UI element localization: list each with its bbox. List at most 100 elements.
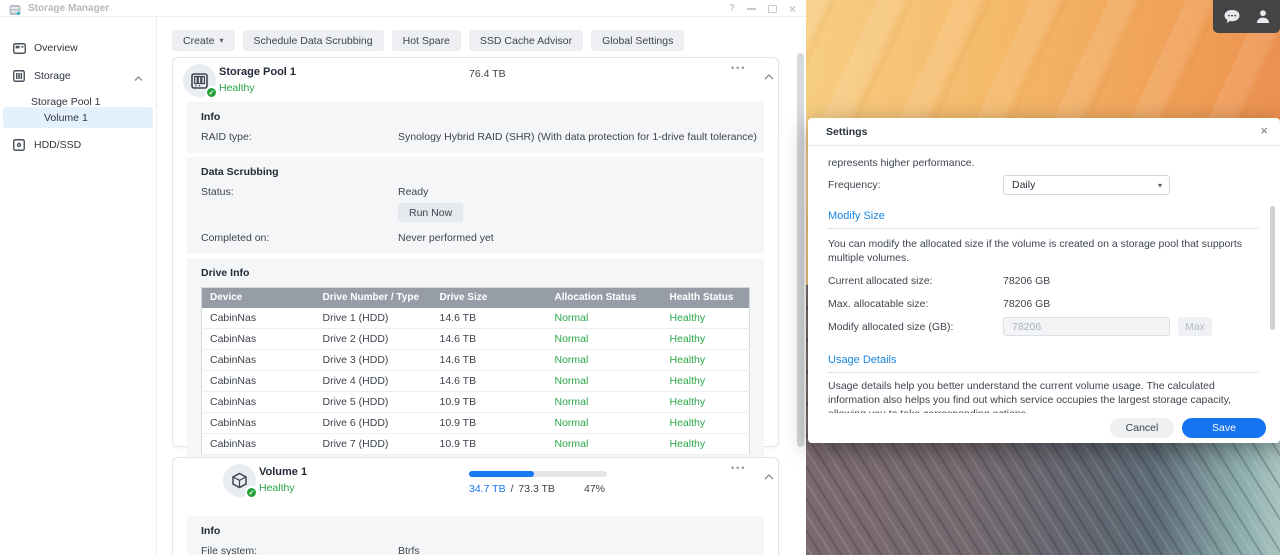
completed-on-value: Never performed yet [398,232,494,244]
sidebar-item-storage[interactable]: Storage [0,66,157,86]
table-row[interactable]: CabinNas Drive 7 (HDD) 10.9 TB Normal Health… [201,433,750,455]
save-button[interactable]: Save [1182,418,1266,438]
table-cell: 14.6 TB [431,328,547,350]
table-cell: 14.6 TB [431,370,547,392]
table-cell: Drive 5 (HDD) [314,391,432,413]
table-row[interactable]: CabinNas Drive 1 (HDD) 14.6 TB Normal Health… [201,307,750,329]
sidebar-item-label: Storage [34,70,71,82]
data-scrubbing-section: Data Scrubbing Status: Ready Run Now Com… [187,157,764,254]
table-row[interactable]: CabinNas Drive 5 (HDD) 10.9 TB Normal Health… [201,391,750,413]
dialog-close-icon[interactable]: × [1260,123,1268,138]
table-column-header[interactable]: Health Status [661,287,750,308]
overview-icon [12,42,26,54]
dialog-footer: Cancel Save [808,413,1280,443]
screen: Storage Manager ? × Overview Storage Sto… [0,0,1280,555]
file-system-label: File system: [201,545,258,555]
sidebar-item-volume-1[interactable]: Volume 1 [3,107,153,128]
drive-info-section: Drive Info Device Drive Number / Type Driv… [187,258,764,463]
volume-usage-bar [469,471,607,477]
maximize-button[interactable] [767,4,777,13]
table-cell: Drive 3 (HDD) [314,349,432,371]
collapse-icon[interactable] [764,467,774,485]
table-cell: Healthy [661,391,750,413]
modify-size-heading: Modify Size [828,210,885,222]
section-heading: Info [201,111,221,123]
table-cell: Healthy [661,328,750,350]
storage-pool-icon: ✓ [183,64,218,99]
table-cell: 10.9 TB [431,433,547,455]
volume-icon: ✓ [223,464,258,499]
table-row[interactable]: CabinNas Drive 6 (HDD) 10.9 TB Normal Health… [201,412,750,434]
table-row[interactable]: CabinNas Drive 3 (HDD) 14.6 TB Normal Health… [201,349,750,371]
table-cell: 10.9 TB [431,412,547,434]
hot-spare-button[interactable]: Hot Spare [391,30,461,51]
drive-table: Device Drive Number / Type Drive Size Alloc… [201,287,750,455]
caret-down-icon: ▾ [1157,180,1162,190]
sidebar-item-hdd-ssd[interactable]: HDD/SSD [0,135,157,155]
global-settings-button[interactable]: Global Settings [591,30,685,51]
table-column-header[interactable]: Drive Number / Type [314,287,432,308]
table-cell: CabinNas [201,349,315,371]
dialog-title: Settings [826,126,868,138]
divider [828,228,1258,229]
table-column-header[interactable]: Drive Size [431,287,547,308]
table-cell: CabinNas [201,412,315,434]
max-button[interactable]: Max [1178,317,1212,336]
table-cell: Drive 6 (HDD) [314,412,432,434]
cancel-button[interactable]: Cancel [1110,418,1174,438]
frequency-value: Daily [1012,179,1036,191]
dialog-header: Settings × [808,118,1280,146]
dialog-scrollbar[interactable] [1270,206,1275,330]
create-button[interactable]: Create ▾ [172,30,235,51]
table-row[interactable]: CabinNas Drive 4 (HDD) 14.6 TB Normal Health… [201,370,750,392]
table-cell: Normal [546,307,662,329]
healthy-check-icon: ✓ [205,86,218,99]
user-icon[interactable] [1255,9,1271,24]
volume-card: ✓ Volume 1 Healthy 34.7 TB / 73.3 TB 47%… [172,457,779,555]
healthy-check-icon: ✓ [245,486,258,499]
storage-pool-size: 76.4 TB [469,68,506,80]
button-label: Create [183,34,215,47]
sidebar-item-overview[interactable]: Overview [0,38,157,58]
divider [828,372,1258,373]
table-cell: Healthy [661,307,750,329]
volume-percent: 47% [584,483,606,495]
table-cell: Drive 2 (HDD) [314,328,432,350]
max-allocatable-label: Max. allocatable size: [828,298,929,310]
frequency-select[interactable]: Daily ▾ [1003,175,1170,195]
volume-usage-text: 34.7 TB / 73.3 TB [469,483,555,495]
scrub-status-label: Status: [201,186,234,198]
modify-allocated-input[interactable] [1003,317,1170,336]
more-options-icon[interactable]: ••• [731,63,746,73]
table-cell: Normal [546,328,662,350]
sidebar-item-label: Volume 1 [44,111,88,124]
collapse-icon[interactable] [764,67,774,85]
table-row[interactable]: CabinNas Drive 2 (HDD) 14.6 TB Normal Health… [201,328,750,350]
window-title: Storage Manager [28,3,110,14]
frequency-label: Frequency: [828,179,881,191]
volume-info-section: Info File system: Btrfs [187,516,764,555]
chevron-up-icon[interactable] [134,73,143,85]
content-scrollbar[interactable] [797,53,804,447]
sidebar: Overview Storage Storage Pool 1 Volume 1 [0,17,157,555]
chat-icon[interactable] [1223,9,1241,24]
table-column-header[interactable]: Allocation Status [546,287,662,308]
pool-info-section: Info RAID type: Synology Hybrid RAID (SH… [187,102,764,153]
table-cell: Drive 4 (HDD) [314,370,432,392]
run-now-button[interactable]: Run Now [398,203,464,222]
ssd-cache-advisor-button[interactable]: SSD Cache Advisor [468,30,584,51]
volume-title: Volume 1 [259,466,308,478]
more-options-icon[interactable]: ••• [731,463,746,473]
table-column-header[interactable]: Device [201,287,315,308]
volume-header: ✓ Volume 1 Healthy 34.7 TB / 73.3 TB 47%… [173,458,778,502]
hdd-icon [12,139,26,151]
usage-details-heading: Usage Details [828,354,897,366]
drive-table-header-row: Device Drive Number / Type Drive Size Alloc… [201,287,750,308]
drive-table-body: CabinNas Drive 1 (HDD) 14.6 TB Normal Health… [201,307,750,455]
help-button[interactable]: ? [729,3,735,14]
schedule-data-scrubbing-button[interactable]: Schedule Data Scrubbing [242,30,384,51]
table-cell: 10.9 TB [431,391,547,413]
minimize-button[interactable] [746,7,756,10]
storage-manager-window: Storage Manager ? × Overview Storage Sto… [0,0,806,555]
close-button[interactable]: × [789,2,796,16]
